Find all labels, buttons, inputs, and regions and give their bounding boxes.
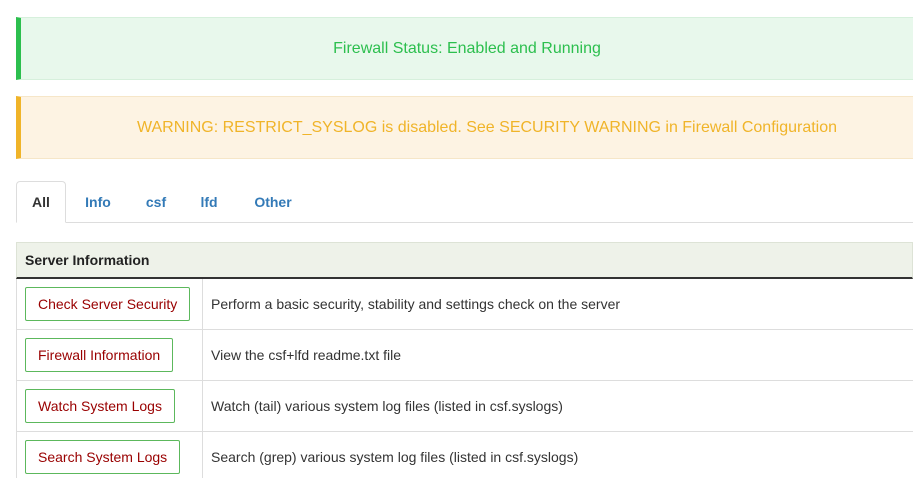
firewall-information-button[interactable]: Firewall Information <box>25 338 174 372</box>
tab-all[interactable]: All <box>16 181 66 223</box>
row-description: Watch (tail) various system log files (l… <box>211 398 563 414</box>
csf-page: Firewall Status: Enabled and Running WAR… <box>0 0 913 478</box>
table-row: Check Server Security Perform a basic se… <box>16 279 913 330</box>
section-title: Server Information <box>16 242 913 279</box>
row-description: Search (grep) various system log files (… <box>211 449 579 465</box>
tab-other[interactable]: Other <box>236 181 310 222</box>
warning-text: WARNING: RESTRICT_SYSLOG is disabled. Se… <box>136 118 838 136</box>
button-cell: Watch System Logs <box>17 381 203 431</box>
search-system-logs-button[interactable]: Search System Logs <box>25 440 181 474</box>
button-cell: Firewall Information <box>17 330 203 380</box>
tab-csf[interactable]: csf <box>130 181 182 222</box>
firewall-status-text: Firewall Status: Enabled and Running <box>333 39 601 57</box>
server-information-panel: Server Information Check Server Security… <box>16 242 913 478</box>
table-row: Watch System Logs Watch (tail) various s… <box>16 381 913 432</box>
row-description: View the csf+lfd readme.txt file <box>211 347 401 363</box>
tab-info[interactable]: Info <box>66 181 130 222</box>
button-cell: Check Server Security <box>17 279 203 329</box>
tab-lfd[interactable]: lfd <box>182 181 236 222</box>
watch-system-logs-button[interactable]: Watch System Logs <box>25 389 175 423</box>
table-row: Search System Logs Search (grep) various… <box>16 432 913 478</box>
table-row: Firewall Information View the csf+lfd re… <box>16 330 913 381</box>
restrict-syslog-warning-alert: WARNING: RESTRICT_SYSLOG is disabled. Se… <box>16 96 913 159</box>
check-server-security-button[interactable]: Check Server Security <box>25 287 191 321</box>
firewall-status-alert: Firewall Status: Enabled and Running <box>16 17 913 80</box>
tab-bar: All Info csf lfd Other <box>16 180 913 223</box>
button-cell: Search System Logs <box>17 432 203 478</box>
row-description: Perform a basic security, stability and … <box>211 296 621 312</box>
